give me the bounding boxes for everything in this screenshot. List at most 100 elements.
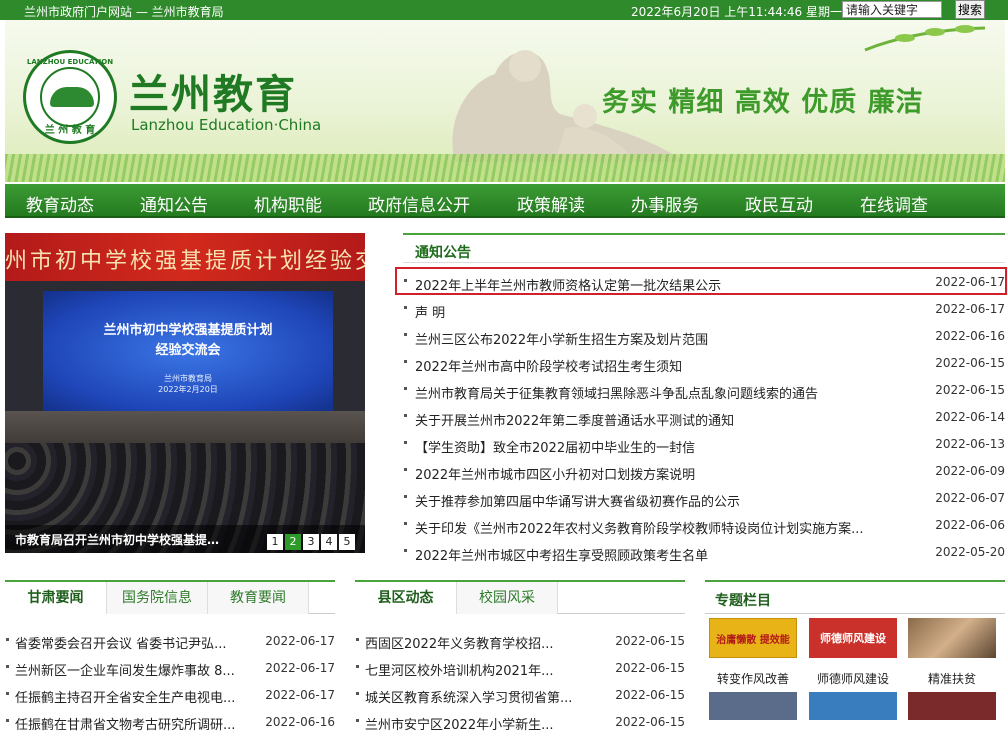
logo-emblem[interactable]: LANZHOU EDUCATION 兰 州 教 育: [23, 50, 117, 144]
county-news-panel: 县区动态 校园风采 西固区2022年义务教育学校招... 2022-06-15 七里…: [355, 580, 685, 733]
bullet-icon: [356, 665, 359, 668]
bullet-icon: [404, 549, 407, 552]
notice-title[interactable]: 兰州市教育局关于征集教育领域扫黑除恶斗争乱点乱象问题线索的通告: [415, 383, 905, 402]
header-banner: LANZHOU EDUCATION 兰 州 教 育 兰州教育 Lanzhou E…: [5, 20, 1005, 182]
gansu-news-row[interactable]: 兰州新区一企业车间发生爆炸事故 8... 2022-06-17: [5, 655, 335, 682]
notice-title[interactable]: 【学生资助】致全市2022届初中毕业生的一封信: [415, 437, 905, 456]
notice-title[interactable]: 关于开展兰州市2022年第二季度普通话水平测试的通知: [415, 410, 905, 429]
special-label[interactable]: 转变作风改善: [703, 670, 803, 687]
bullet-icon: [404, 306, 407, 309]
county-news-title[interactable]: 兰州市安宁区2022年小学新生...: [365, 714, 605, 733]
carousel-page-active[interactable]: 2: [285, 534, 301, 550]
notice-row[interactable]: 声 明 2022-06-17: [403, 297, 1005, 324]
tab-education-news[interactable]: 教育要闻: [208, 582, 309, 614]
nav-item-interaction[interactable]: 政民互动: [745, 191, 813, 216]
notice-date: 2022-06-06: [935, 518, 1005, 532]
notice-row[interactable]: 关于开展兰州市2022年第二季度普通话水平测试的通知 2022-06-14: [403, 405, 1005, 432]
tab-state-council[interactable]: 国务院信息: [107, 582, 208, 614]
nav-item-gov-info[interactable]: 政府信息公开: [368, 191, 470, 216]
carousel-caption[interactable]: 市教育局召开兰州市初中学校强基提质计划经验交流会: [15, 531, 225, 548]
special-label[interactable]: 师德师风建设: [803, 670, 903, 687]
tab-gansu-news[interactable]: 甘肃要闻: [5, 582, 107, 614]
gansu-news-date: 2022-06-16: [265, 715, 335, 729]
notice-title[interactable]: 关于印发《兰州市2022年农村义务教育阶段学校教师特设岗位计划实施方案...: [415, 518, 905, 537]
gansu-news-date: 2022-06-17: [265, 634, 335, 648]
special-label[interactable]: 精准扶贫: [902, 670, 1002, 687]
county-news-row[interactable]: 兰州市安宁区2022年小学新生... 2022-06-15: [355, 709, 685, 736]
nav-item-education-news[interactable]: 教育动态: [26, 191, 94, 216]
nav-item-survey[interactable]: 在线调查: [860, 191, 928, 216]
carousel-page[interactable]: 3: [303, 534, 319, 550]
carousel-page[interactable]: 5: [339, 534, 355, 550]
nav-item-notices[interactable]: 通知公告: [140, 191, 208, 216]
nav-item-institutions[interactable]: 机构职能: [254, 191, 322, 216]
portal-links[interactable]: 兰州市政府门户网站 — 兰州市教育局: [24, 3, 224, 20]
notice-date: 2022-06-13: [935, 437, 1005, 451]
special-thumb-more[interactable]: [908, 692, 996, 720]
notice-title[interactable]: 2022年兰州市城区中考招生享受照顾政策考生名单: [415, 545, 905, 564]
carousel-page[interactable]: 4: [321, 534, 337, 550]
county-tabs: 县区动态 校园风采: [355, 580, 685, 614]
notice-row[interactable]: 兰州市教育局关于征集教育领域扫黑除恶斗争乱点乱象问题线索的通告 2022-06-1…: [403, 378, 1005, 405]
gansu-news-row[interactable]: 省委常委会召开会议 省委书记尹弘... 2022-06-17: [5, 628, 335, 655]
notice-heading[interactable]: 通知公告: [415, 242, 471, 262]
notice-date: 2022-05-20: [935, 545, 1005, 559]
notice-row[interactable]: 关于推荐参加第四届中华诵写讲大赛省级初赛作品的公示 2022-06-07: [403, 486, 1005, 513]
notice-title[interactable]: 声 明: [415, 302, 905, 321]
notice-row[interactable]: 【学生资助】致全市2022届初中毕业生的一封信 2022-06-13: [403, 432, 1005, 459]
bullet-icon: [404, 360, 407, 363]
notice-date: 2022-06-15: [935, 383, 1005, 397]
notice-title[interactable]: 关于推荐参加第四届中华诵写讲大赛省级初赛作品的公示: [415, 491, 905, 510]
notice-title[interactable]: 2022年兰州市城市四区小升初对口划拨方案说明: [415, 464, 905, 483]
county-news-date: 2022-06-15: [615, 634, 685, 648]
special-thumb-ethics[interactable]: 师德师风建设: [809, 618, 897, 658]
screen-line-3: 兰州市教育局: [164, 374, 212, 383]
gansu-news-title[interactable]: 任振鹤主持召开全省安全生产电视电...: [15, 687, 255, 706]
logo-center-text: 兰 州 教 育: [44, 125, 96, 136]
notice-row[interactable]: 关于印发《兰州市2022年农村义务教育阶段学校教师特设岗位计划实施方案... 20…: [403, 513, 1005, 540]
nav-item-services[interactable]: 办事服务: [631, 191, 699, 216]
bullet-icon: [356, 692, 359, 695]
county-news-row[interactable]: 七里河区校外培训机构2021年... 2022-06-15: [355, 655, 685, 682]
search-input[interactable]: [842, 1, 942, 18]
gansu-news-title[interactable]: 省委常委会召开会议 省委书记尹弘...: [15, 633, 255, 652]
gansu-news-panel: 甘肃要闻 国务院信息 教育要闻 省委常委会召开会议 省委书记尹弘... 2022-…: [5, 580, 335, 733]
notice-title[interactable]: 兰州三区公布2022年小学新生招生方案及划片范围: [415, 329, 905, 348]
news-carousel[interactable]: 州市初中学校强基提质计划经验交流 兰州市初中学校强基提质计划 经验交流会 兰州市…: [5, 233, 365, 553]
special-thumb-more[interactable]: [809, 692, 897, 720]
nav-item-policy[interactable]: 政策解读: [517, 191, 585, 216]
notice-title[interactable]: 2022年上半年兰州市教师资格认定第一批次结果公示: [415, 275, 905, 294]
bullet-icon: [404, 468, 407, 471]
county-news-row[interactable]: 西固区2022年义务教育学校招... 2022-06-15: [355, 628, 685, 655]
special-heading: 专题栏目: [715, 593, 771, 609]
special-thumb-poverty[interactable]: [908, 618, 996, 658]
bullet-icon: [6, 719, 9, 722]
bullet-icon: [6, 638, 9, 641]
county-news-title[interactable]: 西固区2022年义务教育学校招...: [365, 633, 605, 652]
gansu-news-row[interactable]: 任振鹤主持召开全省安全生产电视电... 2022-06-17: [5, 682, 335, 709]
special-thumb-more[interactable]: [709, 692, 797, 720]
screen-line-4: 2022年2月20日: [158, 385, 218, 394]
notice-title[interactable]: 2022年兰州市高中阶段学校考试招生考生须知: [415, 356, 905, 375]
gansu-news-title[interactable]: 兰州新区一企业车间发生爆炸事故 8...: [15, 660, 255, 679]
notice-row[interactable]: 2022年兰州市高中阶段学校考试招生考生须知 2022-06-15: [403, 351, 1005, 378]
gansu-news-date: 2022-06-17: [265, 661, 335, 675]
special-thumb-style[interactable]: 治庸懒散 提效能: [709, 618, 797, 658]
gansu-news-title[interactable]: 任振鹤在甘肃省文物考古研究所调研...: [15, 714, 255, 733]
county-news-row[interactable]: 城关区教育系统深入学习贯彻省第... 2022-06-15: [355, 682, 685, 709]
search-button[interactable]: 搜索: [955, 0, 985, 19]
county-news-date: 2022-06-15: [615, 661, 685, 675]
notice-row[interactable]: 2022年兰州市城区中考招生享受照顾政策考生名单 2022-05-20: [403, 540, 1005, 567]
top-bar: 兰州市政府门户网站 — 兰州市教育局 2022年6月20日 上午11:44:46…: [0, 0, 1008, 20]
tab-county-news[interactable]: 县区动态: [355, 582, 457, 614]
county-news-title[interactable]: 七里河区校外培训机构2021年...: [365, 660, 605, 679]
carousel-page[interactable]: 1: [267, 534, 283, 550]
notice-row[interactable]: 兰州三区公布2022年小学新生招生方案及划片范围 2022-06-16: [403, 324, 1005, 351]
notice-row[interactable]: 2022年兰州市城市四区小升初对口划拨方案说明 2022-06-09: [403, 459, 1005, 486]
tab-campus[interactable]: 校园风采: [457, 582, 558, 614]
screen-line-1: 兰州市初中学校强基提质计划: [103, 323, 273, 338]
bullet-icon: [404, 441, 407, 444]
county-news-title[interactable]: 城关区教育系统深入学习贯彻省第...: [365, 687, 605, 706]
gansu-news-row[interactable]: 任振鹤在甘肃省文物考古研究所调研... 2022-06-16: [5, 709, 335, 736]
notice-row[interactable]: 2022年上半年兰州市教师资格认定第一批次结果公示 2022-06-17: [403, 270, 1005, 297]
